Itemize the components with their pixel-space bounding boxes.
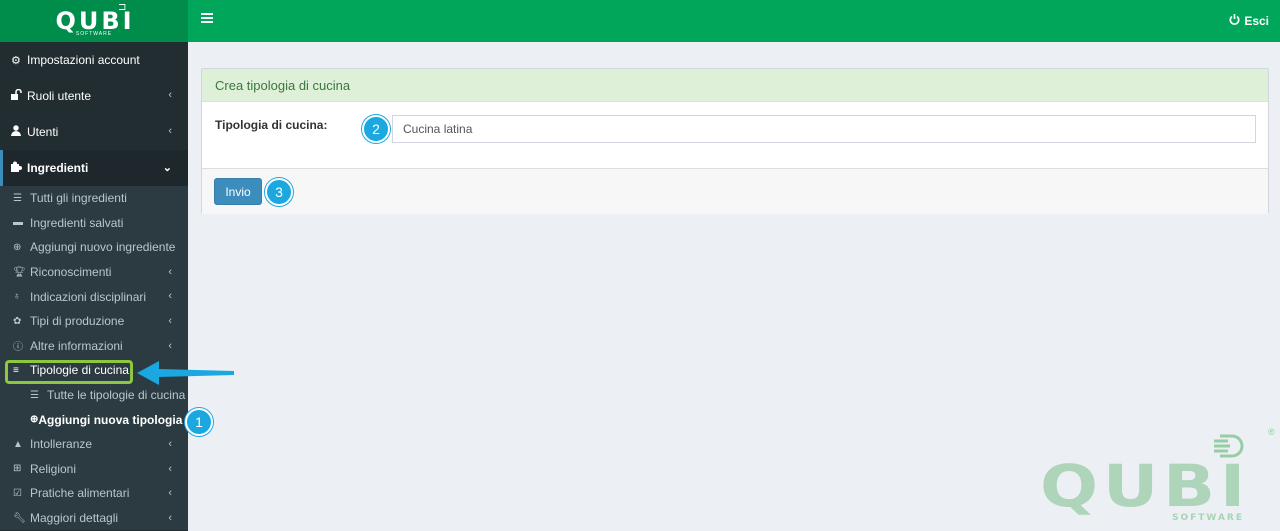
sidebar: QUBI ⊐ SOFTWARE ⚙ Impostazioni account R… [0,0,188,531]
watermark-text: QUBI [1040,452,1250,520]
puzzle-icon [11,161,27,175]
submenu-item-label: Tutte le tipologie di cucina [47,388,186,403]
chevron-left-icon: ‹ [168,290,172,303]
user-icon [11,125,27,139]
cuisine-type-label: Tipologia di cucina: [215,118,328,132]
submenu-item-label: Aggiungi nuovo ingrediente [30,240,176,255]
step-badge-3: 3 [265,178,293,206]
form-footer: Invio [202,169,1268,214]
chevron-left-icon: ‹ [168,462,172,475]
chevron-down-icon: ⌄ [162,162,172,174]
check-square-icon: ☑ [13,487,22,499]
top-header: Esci [188,0,1280,42]
chevron-left-icon: ‹ [168,265,172,278]
submenu-item-religions[interactable]: ⊞ Religioni ‹ [0,457,188,482]
submenu-item-disciplinary[interactable]: ♁ Indicazioni disciplinari ‹ [0,284,188,309]
submenu-item-other-info[interactable]: ⓘ Altre informazioni ‹ [0,334,188,359]
submenu-item-more-details[interactable]: 🔧︎ Maggiori dettagli ‹ [0,506,188,531]
submenu-item-label: Ingredienti salvati [30,215,124,230]
list-icon: ☰ [13,192,22,204]
ingredients-submenu: ☰ Tutti gli ingredienti ▬ Ingredienti sa… [0,186,188,531]
submenu-item-awards[interactable]: 🏆︎ Riconoscimenti ‹ [0,260,188,285]
plus-circle-icon: ⊕ [30,414,39,426]
sidebar-item-label: Utenti [27,125,59,139]
submenu-item-label: Indicazioni disciplinari [30,289,147,304]
logo-mark-icon: ⊐ [118,2,127,13]
submenu-item-label: Aggiungi nuova tipologia di [38,412,188,427]
submenu-item-label: Tipologie di cucina [30,363,129,378]
submenu-item-label: Riconoscimenti [30,265,112,280]
submenu-item-all-ingredients[interactable]: ☰ Tutti gli ingredienti [0,186,188,211]
submenu-item-label: Intolleranze [30,437,93,452]
trophy-icon: 🏆︎ [13,266,26,278]
step-badge-1: 1 [185,408,213,436]
create-cuisine-type-form: Crea tipologia di cucina Tipologia di cu… [201,68,1269,214]
sidebar-item-account-settings[interactable]: ⚙ Impostazioni account [0,42,188,78]
chevron-left-icon: ‹ [168,89,172,101]
submit-button[interactable]: Invio [214,178,262,205]
sidebar-item-ingredients[interactable]: Ingredienti ⌄ [0,150,188,186]
hamburger-icon[interactable] [201,13,213,27]
sidebar-item-label: Ruoli utente [27,89,92,103]
sidebar-item-users[interactable]: Utenti ‹ [0,114,188,150]
submenu-item-label: Pratiche alimentari [30,486,130,501]
submenu-item-saved-ingredients[interactable]: ▬ Ingredienti salvati [0,211,188,236]
list-icon: ☰ [30,389,39,401]
sidebar-item-user-roles[interactable]: Ruoli utente ‹ [0,78,188,114]
gear-icon: ⚙ [11,54,21,67]
align-left-icon: ≡ [13,364,19,376]
plus-circle-icon: ⊕ [13,241,22,253]
unlock-icon [11,88,27,103]
plus-square-icon: ⊞ [13,463,22,475]
submenu-item-intolerances[interactable]: ▲ Intolleranze ‹ [0,432,188,457]
logout-button[interactable]: Esci [1229,14,1269,28]
archive-icon: ▬ [13,217,23,229]
submenu-item-label: Altre informazioni [30,338,123,353]
submenu-item-label: Tipi di produzione [30,314,125,329]
logout-label: Esci [1244,14,1269,28]
qubi-watermark-logo-icon: ® QUBI SOFTWARE [1040,427,1275,523]
chevron-left-icon: ‹ [168,487,172,500]
submenu-item-label: Maggiori dettagli [30,511,119,526]
svg-text:®: ® [1268,427,1275,437]
step-badge-2: 2 [362,115,390,143]
sidebar-item-label: Impostazioni account [27,53,140,67]
chevron-left-icon: ‹ [168,511,172,524]
submenu-item-dietary-practices[interactable]: ☑ Pratiche alimentari ‹ [0,481,188,506]
submenu-item-label: Religioni [30,461,77,476]
chevron-left-icon: ‹ [168,125,172,137]
cuisine-type-input[interactable] [392,115,1256,143]
submenu-item-all-cuisine-types[interactable]: ☰ Tutte le tipologie di cucina [0,383,188,408]
submenu-item-add-cuisine-type[interactable]: ⊕ Aggiungi nuova tipologia di [0,407,188,432]
sidebar-item-label: Ingredienti [27,161,89,175]
warning-icon: ▲ [13,438,23,450]
form-title: Crea tipologia di cucina [202,69,1268,102]
logo-bar[interactable]: QUBI ⊐ SOFTWARE [0,0,188,42]
power-icon [1229,14,1240,28]
leaf-icon: ✿ [13,315,22,327]
wrench-icon: 🔧︎ [13,512,26,524]
submenu-item-label: Tutti gli ingredienti [30,191,127,206]
lightbulb-icon: ♁ [13,291,21,303]
submenu-item-add-ingredient[interactable]: ⊕ Aggiungi nuovo ingrediente [0,235,188,260]
info-icon: ⓘ [13,342,23,354]
chevron-left-icon: ‹ [168,437,172,450]
form-body: Tipologia di cucina: [202,102,1268,169]
pointer-arrow-icon [137,361,234,385]
logo-subtitle: SOFTWARE [75,31,113,37]
submenu-item-production-types[interactable]: ✿ Tipi di produzione ‹ [0,309,188,334]
watermark-sub: SOFTWARE [1172,513,1244,523]
chevron-left-icon: ‹ [168,314,172,327]
chevron-left-icon: ‹ [168,339,172,352]
